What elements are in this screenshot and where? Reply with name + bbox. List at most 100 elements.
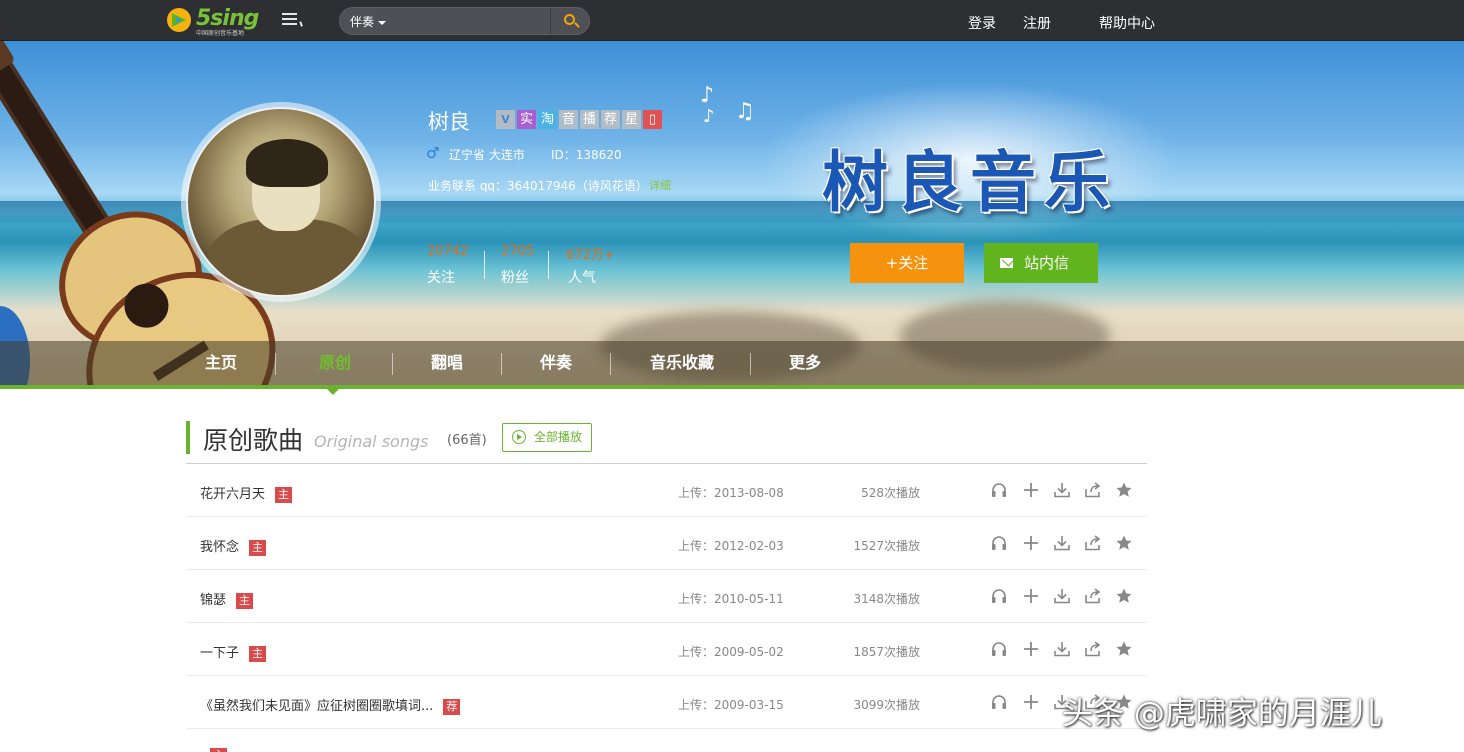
upload-date: 上传：2009-03-15 <box>678 698 784 712</box>
nav-divider <box>610 353 611 375</box>
play-all-button[interactable]: 全部播放 <box>502 423 592 452</box>
play-circle-icon <box>512 430 526 444</box>
search-button[interactable] <box>550 8 589 34</box>
business-contact: 业务联系 qq：364017946（诗风花语） <box>428 179 648 193</box>
add-icon[interactable] <box>1021 480 1041 500</box>
tab-home[interactable]: 主页 <box>196 341 246 385</box>
popularity-label: 人气 <box>568 270 596 286</box>
headphones-icon[interactable] <box>989 639 1009 659</box>
download-icon[interactable] <box>1052 586 1072 606</box>
headphones-icon[interactable] <box>989 586 1009 606</box>
tao-badge-icon[interactable]: 淘 <box>538 110 557 129</box>
logo-subtitle: 中国原创音乐基地 <box>196 30 245 37</box>
tab-original[interactable]: 原创 <box>305 341 365 385</box>
following-label[interactable]: 关注 <box>427 267 455 287</box>
search-input[interactable] <box>398 11 548 31</box>
message-button-label: 站内信 <box>1024 254 1070 272</box>
add-icon[interactable] <box>1021 533 1041 553</box>
login-link[interactable]: 登录 <box>968 13 996 33</box>
music-note-icon: ♪ <box>700 83 715 108</box>
broadcast-badge-icon[interactable]: 播 <box>580 110 599 129</box>
song-row: 《虽然我们未见面》应征树圈圈歌填词... 荐 上传：2009-03-15 3099… <box>186 676 1147 729</box>
headphones-icon[interactable] <box>989 480 1009 500</box>
song-title-link[interactable]: 一下子主 <box>200 642 267 662</box>
badge-list: V 实淘音播荐星 ▯ <box>496 108 664 129</box>
song-title-link[interactable]: 《虽然我们未见面》应征树圈圈歌填词... 荐 <box>200 695 461 715</box>
play-count: 1527次播放 <box>853 539 920 553</box>
play-count: 3099次播放 <box>853 698 920 712</box>
chevron-down-icon <box>378 20 387 25</box>
search-box: 伴奏 <box>339 7 590 35</box>
song-title[interactable]: 我怀念 <box>200 540 239 555</box>
menu-icon[interactable] <box>282 13 306 29</box>
vip-badge-icon[interactable]: V <box>496 110 515 129</box>
star-icon[interactable] <box>1114 533 1134 553</box>
stat-divider <box>548 251 549 279</box>
site-logo[interactable]: 5sing 中国原创音乐基地 <box>166 6 261 37</box>
nav-underline <box>0 385 1464 389</box>
help-center-link[interactable]: 帮助中心 <box>1099 13 1155 33</box>
logo-mark-icon <box>167 8 191 32</box>
section-accent-bar <box>186 421 190 454</box>
original-tag: 主 <box>249 539 267 556</box>
add-icon[interactable] <box>1021 639 1041 659</box>
song-row: 我怀念主 上传：2012-02-03 1527次播放 <box>186 517 1147 570</box>
follow-button[interactable]: +关注 <box>850 243 964 283</box>
tab-more[interactable]: 更多 <box>780 341 830 385</box>
star-badge-icon[interactable]: 星 <box>622 110 641 129</box>
section-subtitle: Original songs <box>314 432 429 451</box>
share-icon[interactable] <box>1083 586 1103 606</box>
original-tag: 主 <box>236 592 254 609</box>
download-icon[interactable] <box>1052 480 1072 500</box>
user-name: 树良 <box>428 110 470 134</box>
male-gender-icon: ♂ <box>426 144 440 162</box>
tab-covers[interactable]: 翻唱 <box>422 341 472 385</box>
message-button[interactable]: 站内信 <box>984 243 1098 283</box>
share-icon[interactable] <box>1083 533 1103 553</box>
fans-count[interactable]: 2705 <box>501 244 534 259</box>
headphones-icon[interactable] <box>989 533 1009 553</box>
song-title-link[interactable]: 主 <box>200 748 227 752</box>
share-icon[interactable] <box>1083 639 1103 659</box>
play-count: 1857次播放 <box>853 645 920 659</box>
watermark: 头条 @虎啸家的月涯儿 <box>1062 696 1382 732</box>
fans-label[interactable]: 粉丝 <box>501 267 529 287</box>
download-icon[interactable] <box>1052 533 1072 553</box>
original-tag: 主 <box>275 486 293 503</box>
music-badge-icon[interactable]: 音 <box>559 110 578 129</box>
search-category-dropdown[interactable]: 伴奏 <box>350 13 387 30</box>
song-title-link[interactable]: 花开六月天主 <box>200 483 293 503</box>
headphones-icon[interactable] <box>989 692 1009 712</box>
add-icon[interactable] <box>1021 586 1041 606</box>
register-link[interactable]: 注册 <box>1023 13 1051 33</box>
download-icon[interactable] <box>1052 639 1072 659</box>
nav-divider <box>275 353 276 375</box>
profile-banner: ♪ ♫ ♪ 树良 V 实淘音播荐星 ▯ ♂ 辽宁省 大连市 ID：138620 业务… <box>0 41 1464 388</box>
music-note-icon: ♪ <box>703 106 715 127</box>
nav-divider <box>392 353 393 375</box>
star-icon[interactable] <box>1114 480 1134 500</box>
contact-detail-link[interactable]: 详细 <box>649 177 671 193</box>
avatar-hair <box>246 139 328 187</box>
verified-badge-icon[interactable]: 实 <box>517 110 536 129</box>
song-row: 一下子主 上传：2009-05-02 1857次播放 <box>186 623 1147 676</box>
tab-accompaniment[interactable]: 伴奏 <box>531 341 581 385</box>
star-icon[interactable] <box>1114 586 1134 606</box>
song-title[interactable]: 一下子 <box>200 646 239 661</box>
original-tag: 主 <box>249 645 267 662</box>
star-icon[interactable] <box>1114 639 1134 659</box>
song-title[interactable]: 锦瑟 <box>200 593 226 608</box>
following-count[interactable]: 20742 <box>427 244 468 259</box>
add-icon[interactable] <box>1021 692 1041 712</box>
phone-badge-icon[interactable]: ▯ <box>643 110 662 129</box>
recommend-tag: 荐 <box>443 698 461 715</box>
song-title-link[interactable]: 我怀念主 <box>200 536 267 556</box>
play-count: 3148次播放 <box>853 592 920 606</box>
tab-music-collection[interactable]: 音乐收藏 <box>640 341 724 385</box>
share-icon[interactable] <box>1083 480 1103 500</box>
recommend-badge-icon[interactable]: 荐 <box>601 110 620 129</box>
song-title-link[interactable]: 锦瑟主 <box>200 589 254 609</box>
avatar[interactable] <box>186 107 376 297</box>
song-title[interactable]: 《虽然我们未见面》应征树圈圈歌填词... <box>200 699 433 714</box>
song-title[interactable]: 花开六月天 <box>200 487 265 502</box>
